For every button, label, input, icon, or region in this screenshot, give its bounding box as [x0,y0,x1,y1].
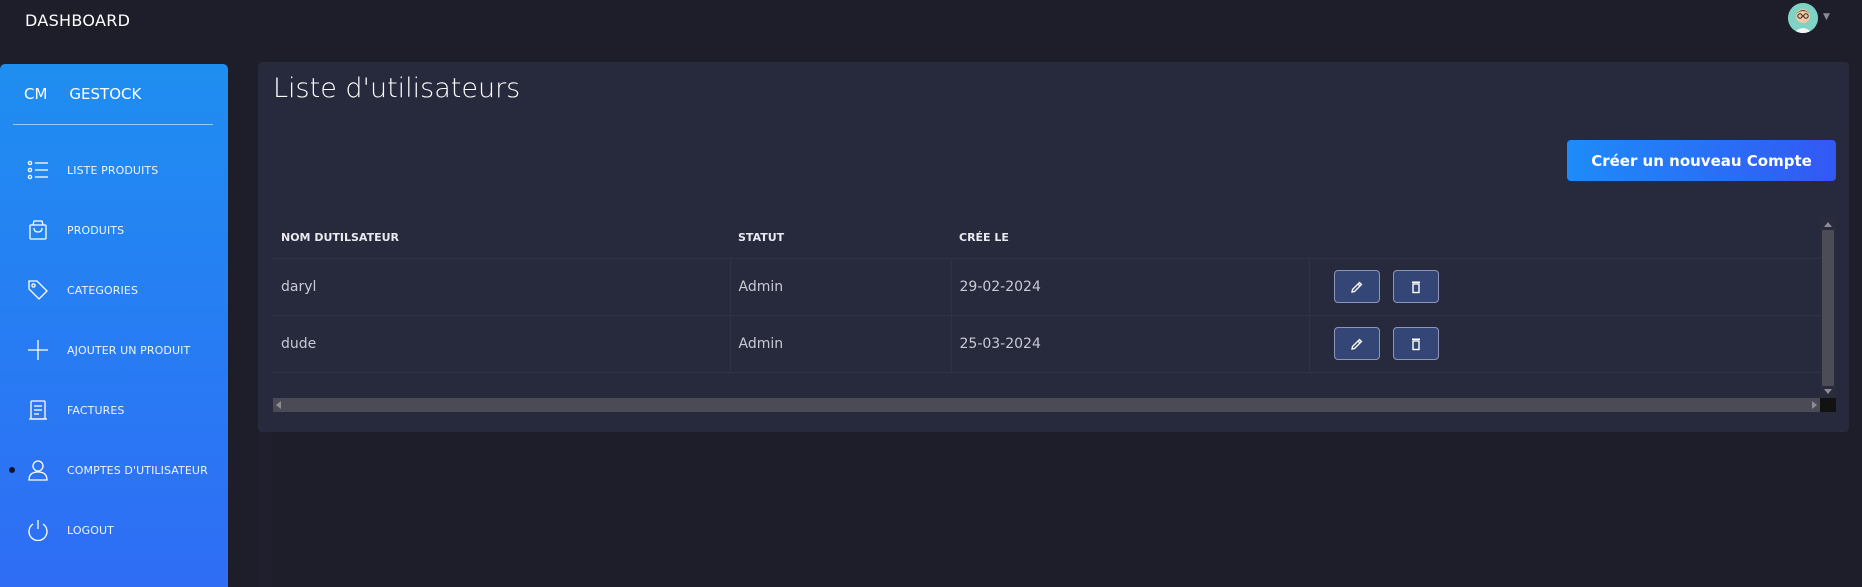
table-row: dude Admin 25-03-2024 [273,315,1820,373]
column-header-actions [1309,218,1820,259]
edit-button[interactable] [1333,327,1380,360]
sidebar-logo[interactable]: CM GESTOCK [24,85,141,103]
user-avatar-icon[interactable] [1788,3,1818,33]
sidebar-item-label: CATEGORIES [67,283,139,297]
vertical-scrollbar[interactable] [1820,218,1836,398]
column-header-created: CRÉE LE [951,218,1309,259]
cell-actions [1309,258,1820,316]
delete-button[interactable] [1392,327,1439,360]
column-header-status: STATUT [730,218,951,259]
scroll-left-arrow-icon[interactable] [276,401,281,409]
vertical-scrollbar-thumb[interactable] [1822,230,1834,386]
list-icon [24,156,52,184]
sidebar-item-comptes-utilisateur[interactable]: COMPTES D'UTILISATEUR [0,448,228,492]
pencil-icon [1350,281,1362,293]
sidebar: CM GESTOCK LISTE PRODUITS PRODUITS CATEG… [0,64,228,587]
cell-actions [1309,315,1820,373]
create-account-button[interactable]: Créer un nouveau Compte [1567,140,1836,181]
sidebar-divider [13,124,213,125]
cell-status: Admin [730,258,952,316]
navbar-brand[interactable]: DASHBOARD [25,11,130,30]
chevron-down-icon[interactable]: ▼ [1823,12,1830,22]
user-icon [24,456,52,484]
sidebar-item-categories[interactable]: CATEGORIES [0,268,228,312]
cell-status: Admin [730,315,952,373]
trash-icon [1411,338,1420,350]
table-row: daryl Admin 29-02-2024 [273,258,1820,316]
scroll-up-arrow-icon[interactable] [1824,222,1832,227]
sidebar-item-label: AJOUTER UN PRODUIT [67,343,191,357]
edit-button[interactable] [1333,270,1380,303]
content-background-strip [258,432,272,587]
table-header-row: NOM DUTILSATEUR STATUT CRÉE LE [273,218,1820,259]
sidebar-item-label: COMPTES D'UTILISATEUR [67,463,208,477]
pencil-icon [1350,338,1362,350]
power-icon [24,516,52,544]
logo-text: GESTOCK [69,85,142,103]
active-indicator [9,467,15,473]
sidebar-item-liste-produits[interactable]: LISTE PRODUITS [0,148,228,192]
scroll-down-arrow-icon[interactable] [1824,389,1832,394]
horizontal-scrollbar[interactable] [273,398,1820,412]
users-card: Liste d'utilisateurs Créer un nouveau Co… [258,62,1849,432]
plus-icon [24,336,52,364]
users-table-container: NOM DUTILSATEUR STATUT CRÉE LE daryl Adm… [273,218,1836,414]
sidebar-item-logout[interactable]: LOGOUT [0,508,228,552]
cell-username: dude [273,315,731,373]
receipt-icon [24,396,52,424]
cell-username: daryl [273,258,731,316]
logo-mini: CM [24,85,48,103]
sidebar-item-ajouter-un-produit[interactable]: AJOUTER UN PRODUIT [0,328,228,372]
scroll-right-arrow-icon[interactable] [1812,401,1817,409]
shopping-bag-icon [24,216,52,244]
page-title: Liste d'utilisateurs [273,73,521,104]
tag-icon [24,276,52,304]
trash-icon [1411,281,1420,293]
sidebar-item-label: FACTURES [67,403,125,417]
cell-created: 29-02-2024 [951,258,1310,316]
sidebar-item-label: PRODUITS [67,223,125,237]
cell-created: 25-03-2024 [951,315,1310,373]
delete-button[interactable] [1392,270,1439,303]
scrollbar-corner [1820,398,1836,412]
sidebar-item-factures[interactable]: FACTURES [0,388,228,432]
sidebar-item-label: LISTE PRODUITS [67,163,159,177]
users-table: NOM DUTILSATEUR STATUT CRÉE LE daryl Adm… [273,218,1820,373]
column-header-username: NOM DUTILSATEUR [273,218,730,259]
top-navbar: DASHBOARD ▼ [0,0,1862,44]
sidebar-item-produits[interactable]: PRODUITS [0,208,228,252]
sidebar-item-label: LOGOUT [67,523,114,537]
